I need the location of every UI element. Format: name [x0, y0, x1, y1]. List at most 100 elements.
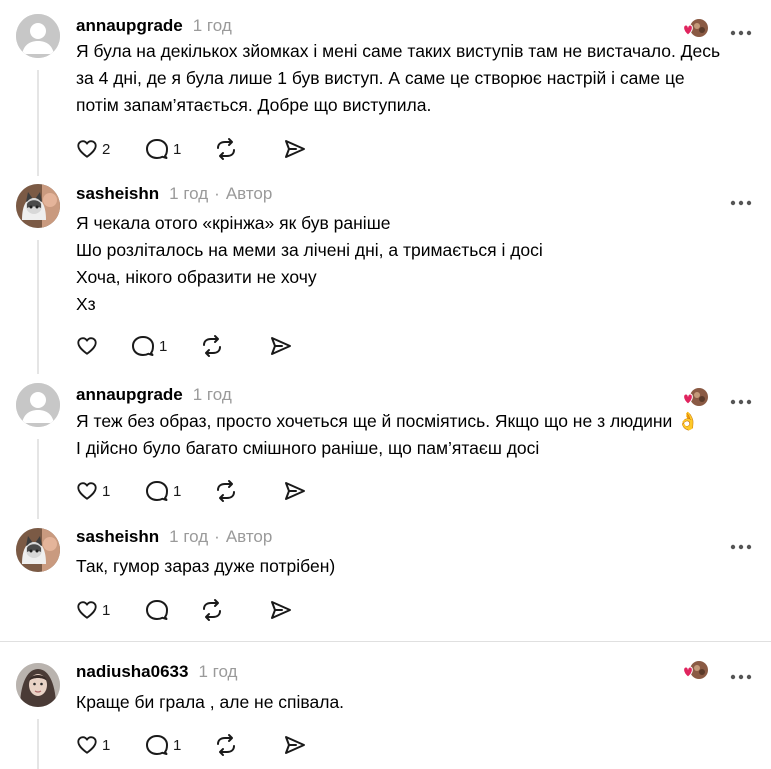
separator-dot: ·	[214, 527, 220, 546]
repost-button[interactable]	[214, 137, 283, 161]
share-button[interactable]	[269, 335, 338, 357]
like-button[interactable]: 2	[76, 138, 145, 160]
timestamp[interactable]: 1 год	[198, 662, 237, 682]
timestamp[interactable]: 1 год	[193, 385, 232, 405]
reply-bubble-icon	[146, 735, 168, 755]
heart-outline-icon	[77, 337, 97, 355]
username[interactable]: sasheishn	[76, 527, 159, 547]
repost-button[interactable]	[200, 598, 269, 622]
cat-photo-avatar	[16, 528, 60, 572]
default-avatar-icon	[16, 14, 60, 58]
comment-line: Шо розліталось на меми за лічені дні, а …	[76, 240, 543, 260]
comment-text: Так, гумор зараз дуже потрібен)	[76, 553, 746, 580]
comment-actions: 1	[76, 333, 338, 359]
reply-count: 1	[159, 337, 168, 355]
send-icon	[285, 140, 305, 158]
comment-actions: 1 1	[76, 732, 352, 758]
thread-line	[37, 439, 39, 519]
heart-icon	[683, 393, 693, 405]
avatar[interactable]	[16, 663, 60, 707]
send-icon	[271, 337, 291, 355]
comment-line: І дійсно було багато смішного раніше, що…	[76, 438, 540, 458]
repost-button[interactable]	[214, 479, 283, 503]
more-options-icon[interactable]	[730, 193, 752, 206]
more-options-icon[interactable]	[730, 392, 752, 405]
more-options-icon[interactable]	[730, 537, 752, 550]
reply-button[interactable]: 1	[145, 480, 214, 502]
send-icon	[285, 736, 305, 754]
heart-icon	[683, 24, 693, 36]
send-icon	[271, 601, 291, 619]
like-button[interactable]: 1	[76, 599, 145, 621]
liked-by-author-indicator	[682, 18, 710, 40]
comment-line: Так, гумор зараз дуже потрібен)	[76, 556, 336, 576]
reply-bubble-icon	[146, 600, 168, 620]
repost-icon	[217, 138, 235, 160]
like-button[interactable]: 1	[76, 734, 145, 756]
author-label: Автор	[225, 527, 273, 546]
username[interactable]: sasheishn	[76, 184, 159, 204]
share-button[interactable]	[283, 480, 352, 502]
liked-by-author-indicator	[682, 660, 710, 682]
like-button[interactable]: 1	[76, 480, 145, 502]
timestamp[interactable]: 1 год	[169, 527, 208, 547]
comment-header: sasheishn 1 год · Автор	[76, 525, 272, 549]
default-avatar-icon	[16, 383, 60, 427]
liked-by-author-indicator	[682, 387, 710, 409]
repost-icon	[203, 335, 221, 357]
heart-outline-icon	[77, 601, 97, 619]
like-button[interactable]	[76, 335, 131, 357]
more-options-icon[interactable]	[730, 667, 752, 680]
repost-button[interactable]	[214, 733, 283, 757]
username[interactable]: nadiusha0633	[76, 662, 188, 682]
share-button[interactable]	[283, 734, 352, 756]
comment-actions: 1	[76, 597, 338, 623]
heart-icon	[683, 666, 693, 678]
thread-divider	[0, 641, 771, 642]
repost-icon	[217, 480, 235, 502]
comment-line: Хоча, нікого образити не хочу	[76, 267, 317, 287]
more-options-icon[interactable]	[730, 23, 752, 36]
comment-text: Я чекала отого «крінжа» як був раніше Шо…	[76, 210, 746, 318]
like-count: 1	[102, 601, 111, 619]
share-button[interactable]	[269, 599, 338, 621]
separator-dot: ·	[214, 184, 220, 203]
portrait-photo-avatar	[16, 663, 60, 707]
timestamp[interactable]: 1 год	[169, 184, 208, 204]
share-button[interactable]	[283, 138, 352, 160]
heart-outline-icon	[77, 140, 97, 158]
like-count: 2	[102, 140, 111, 158]
reply-bubble-icon	[146, 481, 168, 501]
avatar[interactable]	[16, 14, 60, 58]
reply-button[interactable]: 1	[145, 138, 214, 160]
like-count: 1	[102, 736, 111, 754]
reply-button[interactable]: 1	[145, 734, 214, 756]
avatar[interactable]	[16, 184, 60, 228]
heart-outline-icon	[77, 736, 97, 754]
heart-outline-icon	[77, 482, 97, 500]
repost-icon	[217, 734, 235, 756]
reply-button[interactable]	[145, 599, 200, 621]
comment-line: Краще би грала , але не співала.	[76, 692, 345, 712]
comment-header: sasheishn 1 год · Автор	[76, 182, 272, 206]
thread-line	[37, 240, 39, 374]
comment-line: Я була на декількох зйомках і мені саме …	[76, 41, 721, 61]
cat-photo-avatar	[16, 184, 60, 228]
comment-header: nadiusha0633 1 год	[76, 660, 237, 684]
timestamp[interactable]: 1 год	[193, 16, 232, 36]
thread-line	[37, 719, 39, 769]
comment-line: за 4 дні, де я була лише 1 був виступ. А…	[76, 68, 685, 88]
comment-header: annaupgrade 1 год	[76, 383, 232, 407]
username[interactable]: annaupgrade	[76, 16, 183, 36]
comment-line: Хз	[76, 294, 96, 314]
avatar[interactable]	[16, 383, 60, 427]
like-count: 1	[102, 482, 111, 500]
comment-line: потім запам’ятається. Добре що виступила…	[76, 95, 432, 115]
comment-header: annaupgrade 1 год	[76, 14, 232, 38]
repost-button[interactable]	[200, 334, 269, 358]
reply-count: 1	[173, 140, 182, 158]
comment-line: Я чекала отого «крінжа» як був раніше	[76, 213, 391, 233]
username[interactable]: annaupgrade	[76, 385, 183, 405]
avatar[interactable]	[16, 528, 60, 572]
reply-button[interactable]: 1	[131, 335, 200, 357]
